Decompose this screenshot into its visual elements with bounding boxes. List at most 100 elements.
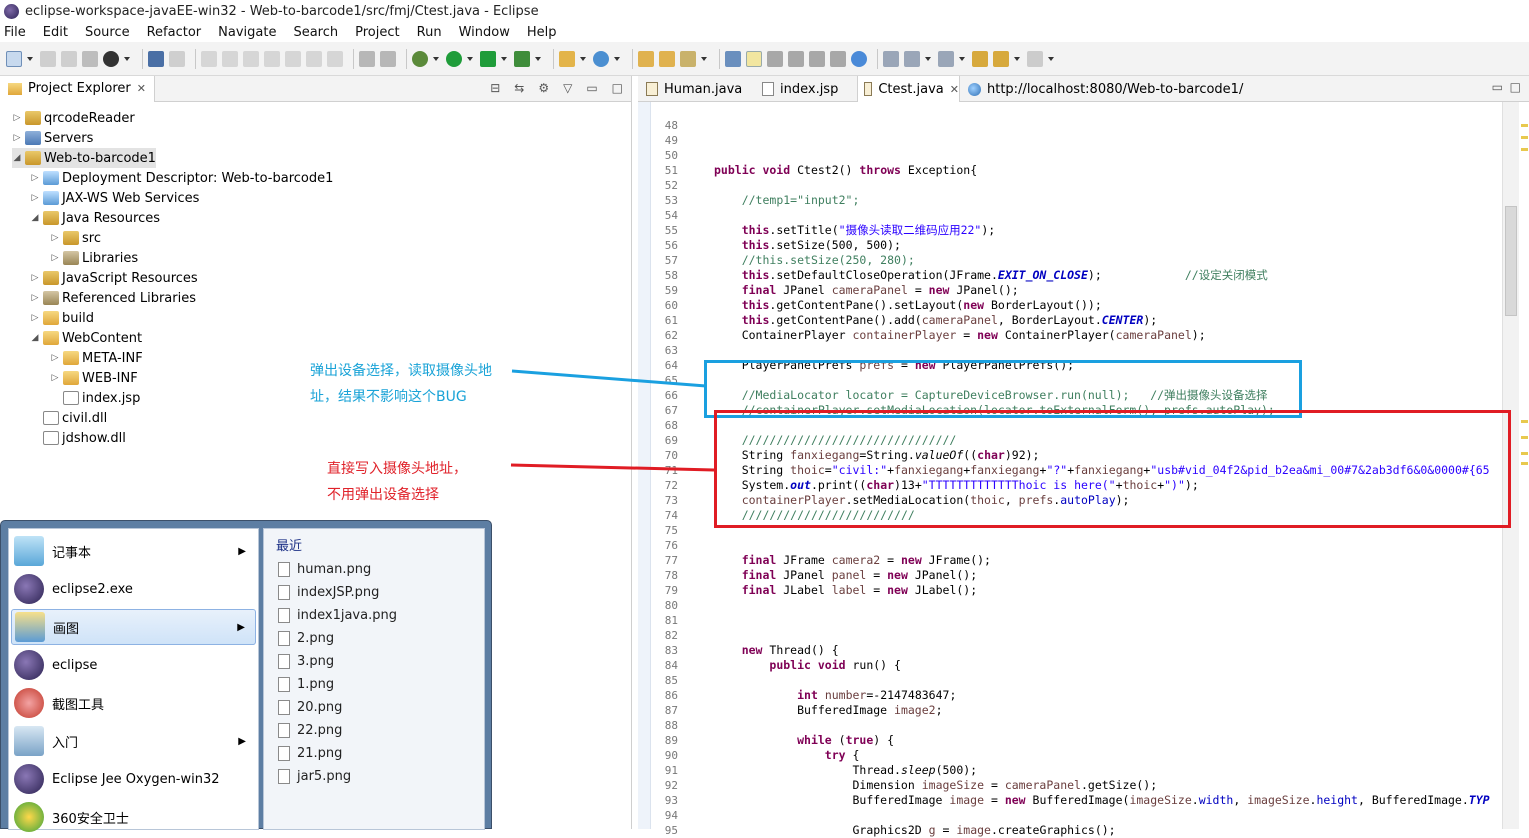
start-menu-item[interactable]: eclipse xyxy=(11,647,256,683)
new-class-dropdown-icon[interactable] xyxy=(614,56,620,61)
open-task-icon[interactable] xyxy=(659,50,675,67)
collapsed-arrow-icon[interactable]: ▷ xyxy=(50,253,60,263)
link-with-editor-icon[interactable]: ⇆ xyxy=(514,81,524,95)
collapsed-arrow-icon[interactable]: ▷ xyxy=(30,173,40,183)
expanded-arrow-icon[interactable]: ◢ xyxy=(30,213,40,223)
start-menu-item[interactable]: Eclipse Jee Oxygen-win32 xyxy=(11,761,256,797)
save-all-icon[interactable] xyxy=(61,50,77,67)
search-icon[interactable] xyxy=(680,50,696,67)
start-menu-item[interactable]: 360安全卫士 xyxy=(11,799,256,835)
skip-breakpoints-icon[interactable] xyxy=(169,50,185,67)
expanded-arrow-icon[interactable]: ◢ xyxy=(30,333,40,343)
tab-project-explorer[interactable]: Project Explorer ✕ xyxy=(0,75,155,102)
tree-item[interactable]: ▷ Deployment Descriptor: Web-to-barcode1 xyxy=(30,168,334,188)
external-tools-icon[interactable] xyxy=(514,50,530,67)
run-on-server-dropdown-icon[interactable] xyxy=(501,56,507,61)
menu-help[interactable]: Help xyxy=(527,25,557,40)
tree-item[interactable]: ◢ Web-to-barcode1 xyxy=(12,148,156,168)
code-line[interactable]: new Thread() { xyxy=(714,643,839,658)
collapsed-arrow-icon[interactable]: ▷ xyxy=(50,233,60,243)
save-icon[interactable] xyxy=(40,50,56,67)
start-menu-item[interactable]: 画图 ▶ xyxy=(11,609,256,645)
code-line[interactable]: //this.setSize(250, 280); xyxy=(714,253,915,268)
collapsed-arrow-icon[interactable]: ▷ xyxy=(30,193,40,203)
submenu-arrow-icon[interactable]: ▶ xyxy=(238,736,246,747)
tree-item[interactable]: ▷ WEB-INF xyxy=(50,368,138,388)
toggle-word-wrap-icon[interactable] xyxy=(767,50,783,67)
use-step-filters-icon[interactable] xyxy=(359,50,375,67)
maximize-icon[interactable]: □ xyxy=(612,81,623,95)
menu-project[interactable]: Project xyxy=(355,25,399,40)
code-line[interactable]: BufferedImage image = new BufferedImage(… xyxy=(714,793,1489,808)
collapsed-arrow-icon[interactable]: ▷ xyxy=(50,373,60,383)
recent-item[interactable]: jar5.png xyxy=(278,765,351,788)
disconnect-icon[interactable] xyxy=(264,50,280,67)
recent-item[interactable]: indexJSP.png xyxy=(278,581,379,604)
filters-icon[interactable]: ⚙ xyxy=(538,81,549,95)
warning-marker[interactable] xyxy=(1521,136,1528,139)
menu-source[interactable]: Source xyxy=(85,25,130,40)
open-browser-icon[interactable] xyxy=(851,50,867,67)
tree-item[interactable]: ▷ JAX-WS Web Services xyxy=(30,188,200,208)
submenu-arrow-icon[interactable]: ▶ xyxy=(237,622,245,633)
code-line[interactable]: this.setDefaultCloseOperation(JFrame.EXI… xyxy=(714,268,1268,283)
code-line[interactable]: final JLabel label = new JLabel(); xyxy=(714,583,977,598)
tree-item[interactable]: ▷ META-INF xyxy=(50,348,143,368)
run-dropdown-icon[interactable] xyxy=(467,56,473,61)
run-on-server-icon[interactable] xyxy=(480,50,496,67)
code-line[interactable]: //temp1="input2"; xyxy=(714,193,860,208)
code-line[interactable]: try { xyxy=(714,748,860,763)
drop-to-frame-icon[interactable] xyxy=(380,50,396,67)
tree-item[interactable]: ◢ Java Resources xyxy=(30,208,160,228)
pin-editor-icon[interactable] xyxy=(883,50,899,67)
maximize-icon[interactable]: □ xyxy=(1510,80,1521,94)
warning-marker[interactable] xyxy=(1521,462,1528,465)
scrollbar-thumb[interactable] xyxy=(1505,206,1517,316)
recent-item[interactable]: 22.png xyxy=(278,719,342,742)
tab-ctest-java[interactable]: Ctest.java ✕ xyxy=(857,76,960,102)
console-icon[interactable] xyxy=(148,50,164,67)
block-selection-icon[interactable] xyxy=(788,50,804,67)
code-line[interactable]: Thread.sleep(500); xyxy=(714,763,977,778)
recent-item[interactable]: 2.png xyxy=(278,627,334,650)
open-type-icon[interactable] xyxy=(103,50,119,67)
resume-icon[interactable] xyxy=(201,50,217,67)
debug-icon[interactable] xyxy=(412,50,428,67)
terminate-icon[interactable] xyxy=(243,50,259,67)
tree-item[interactable]: ▷ Referenced Libraries xyxy=(30,288,196,308)
code-line[interactable]: ContainerPlayer containerPlayer = new Co… xyxy=(714,328,1206,343)
menu-run[interactable]: Run xyxy=(417,25,442,40)
collapsed-arrow-icon[interactable]: ▷ xyxy=(30,313,40,323)
recent-item[interactable]: human.png xyxy=(278,558,371,581)
back-dropdown-icon[interactable] xyxy=(1014,56,1020,61)
recent-item[interactable]: 21.png xyxy=(278,742,342,765)
new-java-project-icon[interactable] xyxy=(559,50,575,67)
show-source-icon[interactable] xyxy=(830,50,846,67)
recent-item[interactable]: 1.png xyxy=(278,673,334,696)
recent-item[interactable]: 3.png xyxy=(278,650,334,673)
tree-item[interactable]: ▷ Libraries xyxy=(50,248,139,268)
code-line[interactable]: this.setTitle("摄像头读取二维码应用22"); xyxy=(714,223,996,238)
code-line[interactable]: this.getContentPane().add(cameraPanel, B… xyxy=(714,313,1157,328)
collapsed-arrow-icon[interactable]: ▷ xyxy=(30,273,40,283)
back-icon[interactable] xyxy=(993,50,1009,67)
close-icon[interactable]: ✕ xyxy=(950,83,959,96)
start-menu-item[interactable]: 记事本 ▶ xyxy=(11,533,256,569)
start-menu-item[interactable]: 截图工具 xyxy=(11,685,256,721)
warning-marker[interactable] xyxy=(1521,124,1528,127)
previous-annotation-icon[interactable] xyxy=(938,50,954,67)
submenu-arrow-icon[interactable]: ▶ xyxy=(238,546,246,557)
tree-item[interactable]: ▷ JavaScript Resources xyxy=(30,268,198,288)
new-class-icon[interactable] xyxy=(593,50,609,67)
run-icon[interactable] xyxy=(446,50,462,67)
forward-icon[interactable] xyxy=(1027,50,1043,67)
menu-refactor[interactable]: Refactor xyxy=(147,25,202,40)
new-dropdown-icon[interactable] xyxy=(27,56,33,61)
external-tools-dropdown-icon[interactable] xyxy=(535,56,541,61)
warning-marker[interactable] xyxy=(1521,148,1528,151)
debug-dropdown-icon[interactable] xyxy=(433,56,439,61)
step-over-icon[interactable] xyxy=(306,50,322,67)
show-whitespace-icon[interactable] xyxy=(809,50,825,67)
start-menu-item[interactable]: eclipse2.exe xyxy=(11,571,256,607)
close-icon[interactable]: ✕ xyxy=(137,82,146,95)
